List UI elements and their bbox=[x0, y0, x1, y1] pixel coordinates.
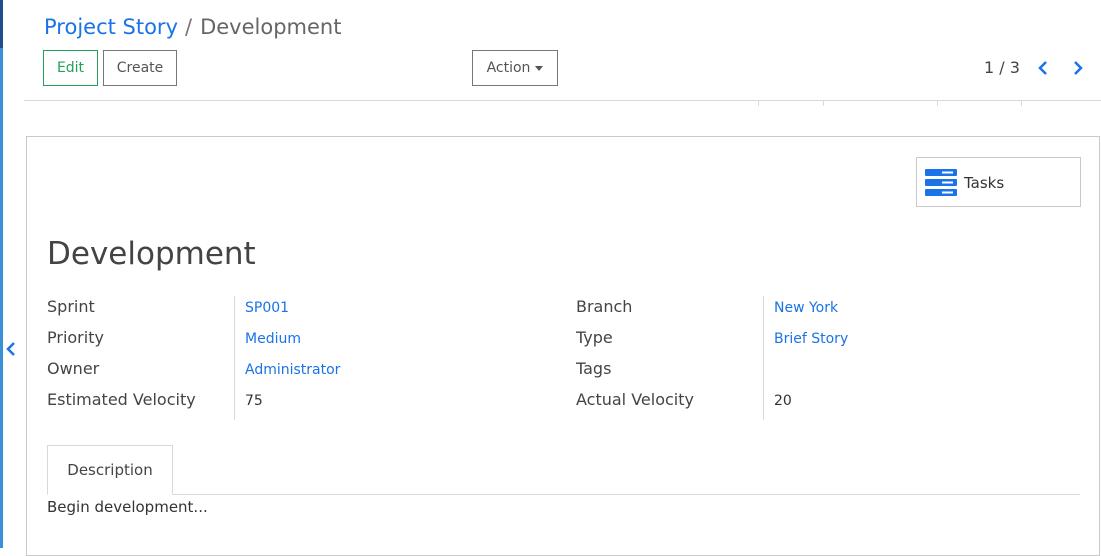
collapse-sidebar-icon[interactable] bbox=[5, 340, 19, 358]
priority-value-link[interactable]: Medium bbox=[245, 328, 301, 350]
record-title: Development bbox=[47, 236, 256, 272]
breadcrumb: Project Story / Development bbox=[44, 12, 341, 42]
owner-value-link[interactable]: Administrator bbox=[245, 359, 340, 381]
field-divider bbox=[234, 296, 235, 420]
tab-bar-divider bbox=[47, 494, 1080, 495]
type-label: Type bbox=[576, 328, 613, 347]
owner-label: Owner bbox=[47, 359, 100, 378]
caret-down-icon bbox=[535, 65, 544, 71]
statusbar-segment-divider bbox=[758, 100, 759, 106]
actual-velocity-value: 20 bbox=[774, 393, 792, 409]
statusbar-segment-divider bbox=[823, 100, 824, 106]
breadcrumb-parent-link[interactable]: Project Story bbox=[44, 15, 178, 39]
tab-description[interactable]: Description bbox=[47, 445, 173, 495]
breadcrumb-separator: / bbox=[185, 15, 193, 39]
sprint-value-link[interactable]: SP001 bbox=[245, 297, 289, 319]
sprint-label: Sprint bbox=[47, 297, 95, 316]
statusbar-divider bbox=[24, 100, 1101, 101]
field-divider bbox=[763, 296, 764, 420]
tasks-smart-button[interactable]: Tasks bbox=[916, 157, 1081, 207]
left-edge-accent bbox=[0, 0, 3, 48]
server-stack-icon bbox=[925, 169, 957, 200]
pager-value: 1 / 3 bbox=[984, 58, 1020, 77]
estimated-velocity-value: 75 bbox=[245, 393, 263, 409]
breadcrumb-current: Development bbox=[200, 15, 342, 39]
actual-velocity-label: Actual Velocity bbox=[576, 390, 694, 409]
type-value-link[interactable]: Brief Story bbox=[774, 328, 848, 350]
pager-previous-icon[interactable] bbox=[1035, 58, 1051, 78]
tags-label: Tags bbox=[576, 359, 612, 378]
pager-next-icon[interactable] bbox=[1070, 58, 1086, 78]
branch-value-link[interactable]: New York bbox=[774, 297, 838, 319]
priority-label: Priority bbox=[47, 328, 104, 347]
left-edge-bar bbox=[0, 0, 3, 548]
branch-label: Branch bbox=[576, 297, 633, 316]
action-dropdown-button[interactable]: Action bbox=[472, 50, 558, 86]
create-button[interactable]: Create bbox=[103, 50, 177, 86]
tasks-label: Tasks bbox=[964, 174, 1005, 192]
edit-button[interactable]: Edit bbox=[43, 50, 98, 86]
action-label: Action bbox=[486, 60, 531, 76]
statusbar-segment-divider bbox=[1021, 100, 1022, 106]
statusbar-segment-divider bbox=[937, 100, 938, 106]
estimated-velocity-label: Estimated Velocity bbox=[47, 390, 196, 409]
description-text[interactable]: Begin development... bbox=[47, 496, 208, 518]
